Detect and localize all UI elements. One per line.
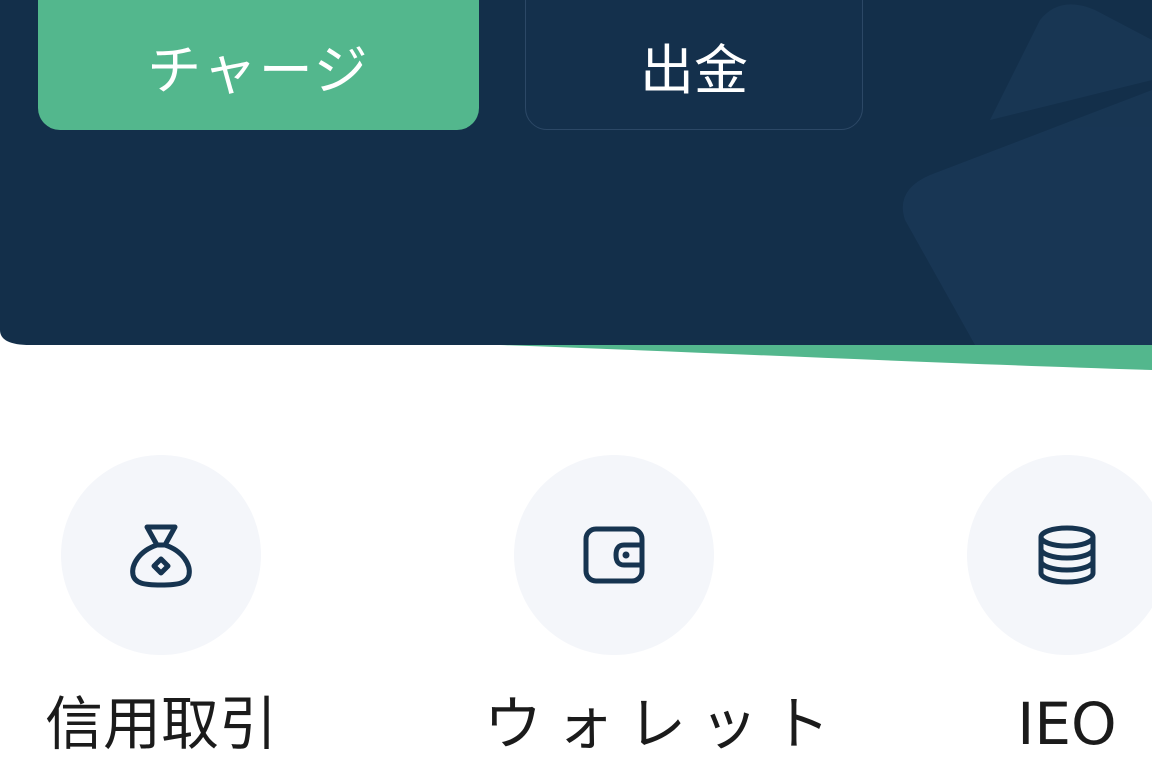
quick-action-wallet[interactable]: ウォレット [484, 455, 845, 758]
wallet-icon [583, 526, 645, 584]
withdraw-button[interactable]: 出金 [525, 0, 863, 130]
quick-action-margin-trading[interactable]: 信用取引 [31, 455, 291, 753]
balance-header: チャージ 出金 [0, 0, 1152, 370]
quick-action-label: IEO [1017, 690, 1117, 758]
charge-button-label: チャージ [147, 38, 370, 102]
quick-action-label: ウォレット [484, 690, 845, 758]
money-bag-icon [130, 524, 192, 588]
app-screen: チャージ 出金 信用取引 ウォレット IEO [0, 0, 1152, 778]
quick-action-circle [61, 455, 261, 655]
quick-action-circle [514, 455, 714, 655]
withdraw-button-label: 出金 [640, 38, 748, 102]
quick-action-label: 信用取引 [44, 690, 277, 758]
quick-action-circle [967, 455, 1152, 655]
quick-action-ieo[interactable]: IEO [937, 455, 1152, 753]
database-icon [1038, 525, 1096, 585]
charge-button[interactable]: チャージ [38, 0, 479, 130]
